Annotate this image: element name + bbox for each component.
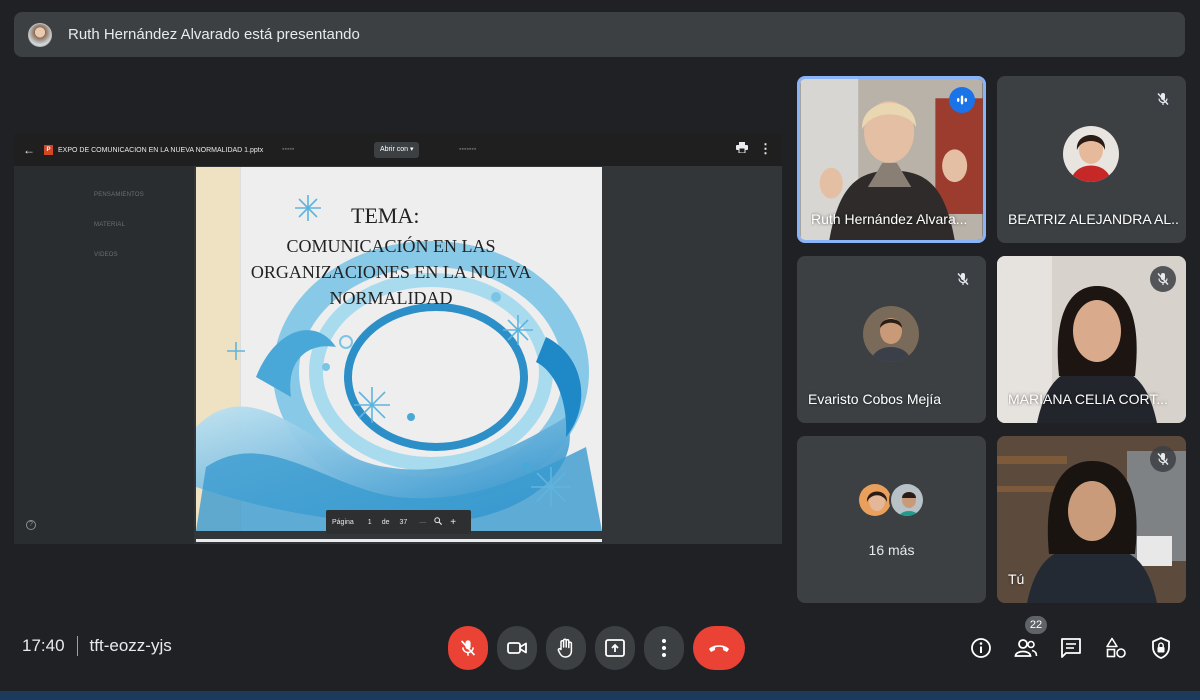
shared-screen[interactable]: ← P EXPO DE COMUNICACION EN LA NUEVA NOR… bbox=[14, 134, 782, 544]
help-icon[interactable]: ? bbox=[26, 520, 36, 530]
page-of-label: de bbox=[381, 518, 390, 526]
presenting-text: Ruth Hernández Alvarado está presentando bbox=[68, 26, 360, 43]
meeting-code: tft-eozz-yjs bbox=[89, 636, 172, 655]
presentation-slide: TEMA: COMUNICACIÓN EN LAS ORGANIZACIONES… bbox=[196, 167, 602, 531]
mic-off-icon bbox=[1150, 446, 1176, 472]
participant-tile-mariana[interactable]: MARIANA CELIA CORT... bbox=[997, 256, 1186, 423]
divider bbox=[76, 636, 78, 656]
more-participants-avatars bbox=[857, 478, 937, 526]
mic-off-icon bbox=[460, 640, 476, 656]
participant-tile-self[interactable]: Tú bbox=[997, 436, 1186, 603]
videocam-icon bbox=[507, 642, 527, 654]
zoom-icon[interactable] bbox=[434, 517, 443, 527]
faded-toolbar-text: ▪▪▪▪▪ bbox=[282, 146, 295, 153]
print-icon[interactable] bbox=[736, 142, 748, 156]
more-vert-icon bbox=[662, 639, 666, 657]
people-icon[interactable] bbox=[1011, 633, 1041, 663]
presenter-avatar bbox=[28, 22, 52, 47]
taskbar-edge bbox=[0, 691, 1200, 700]
more-participants-label: 16 más bbox=[868, 542, 915, 558]
zoom-in-icon[interactable]: + bbox=[450, 517, 456, 528]
camera-toggle-button[interactable] bbox=[497, 626, 537, 670]
page-total: 37 bbox=[399, 518, 408, 526]
avatar bbox=[889, 482, 925, 518]
participant-name: Evaristo Cobos Mejía bbox=[808, 391, 942, 407]
avatar bbox=[857, 482, 893, 518]
participant-name: MARIANA CELIA CORT... bbox=[1008, 391, 1169, 407]
meeting-details: 17:40 tft-eozz-yjs bbox=[22, 636, 172, 656]
sidebar-item: PENSAMIENTOS bbox=[94, 192, 144, 198]
hand-icon bbox=[557, 638, 573, 658]
mic-off-icon bbox=[950, 266, 976, 292]
avatar bbox=[863, 306, 919, 362]
clock-time: 17:40 bbox=[22, 636, 65, 655]
drive-sidebar: PENSAMIENTOS MATERIAL VIDEOS ? bbox=[14, 166, 194, 544]
chat-icon[interactable] bbox=[1056, 633, 1086, 663]
present-screen-button[interactable] bbox=[595, 626, 635, 670]
open-with-button[interactable]: Abrir con ▾ bbox=[374, 142, 420, 158]
more-options-button[interactable] bbox=[644, 626, 684, 670]
activities-icon[interactable] bbox=[1101, 633, 1131, 663]
file-name: EXPO DE COMUNICACION EN LA NUEVA NORMALI… bbox=[58, 146, 264, 154]
more-participants-tile[interactable]: 16 más bbox=[797, 436, 986, 603]
slide-subtitle: COMUNICACIÓN EN LAS ORGANIZACIONES EN LA… bbox=[250, 236, 532, 308]
participant-tile-evaristo[interactable]: Evaristo Cobos Mejía bbox=[797, 256, 986, 423]
mic-off-icon bbox=[1150, 266, 1176, 292]
raise-hand-button[interactable] bbox=[546, 626, 586, 670]
faded-toolbar-text: ▪▪▪▪▪▪▪ bbox=[459, 146, 477, 153]
host-controls-icon[interactable] bbox=[1146, 633, 1176, 663]
mic-off-icon bbox=[1150, 86, 1176, 112]
participant-name: Tú bbox=[1008, 571, 1025, 587]
sidebar-item: VIDEOS bbox=[94, 252, 118, 258]
avatar bbox=[1063, 126, 1119, 182]
participant-name: BEATRIZ ALEJANDRA AL... bbox=[1008, 211, 1178, 227]
slide-title: TEMA: bbox=[351, 203, 420, 228]
zoom-out-icon[interactable]: — bbox=[419, 519, 426, 526]
participant-tile-beatriz[interactable]: BEATRIZ ALEJANDRA AL... bbox=[997, 76, 1186, 243]
viewer-scrollbar[interactable] bbox=[196, 539, 602, 542]
page-navigation-bar: Página 1 de 37 — + bbox=[326, 510, 471, 534]
presenting-banner: Ruth Hernández Alvarado está presentando bbox=[14, 12, 1185, 57]
powerpoint-file-icon: P bbox=[44, 145, 53, 155]
meeting-info-icon[interactable] bbox=[966, 633, 996, 663]
participant-name: Ruth Hernández Alvara... bbox=[811, 211, 968, 227]
leave-call-button[interactable] bbox=[693, 626, 745, 670]
back-arrow-icon[interactable]: ← bbox=[14, 143, 44, 157]
page-current[interactable]: 1 bbox=[368, 519, 372, 526]
mic-toggle-button[interactable] bbox=[448, 626, 488, 670]
people-count-badge: 22 bbox=[1025, 616, 1047, 634]
call-end-icon bbox=[709, 645, 729, 652]
sidebar-item: MATERIAL bbox=[94, 222, 126, 228]
speaking-indicator-icon bbox=[949, 87, 975, 113]
present-to-all-icon bbox=[605, 639, 625, 657]
participant-tile-ruth[interactable]: Ruth Hernández Alvara... bbox=[797, 76, 986, 243]
more-vert-icon[interactable]: ⋮ bbox=[759, 141, 772, 157]
viewer-toolbar: ← P EXPO DE COMUNICACION EN LA NUEVA NOR… bbox=[14, 134, 782, 166]
page-label: Página bbox=[332, 518, 354, 526]
